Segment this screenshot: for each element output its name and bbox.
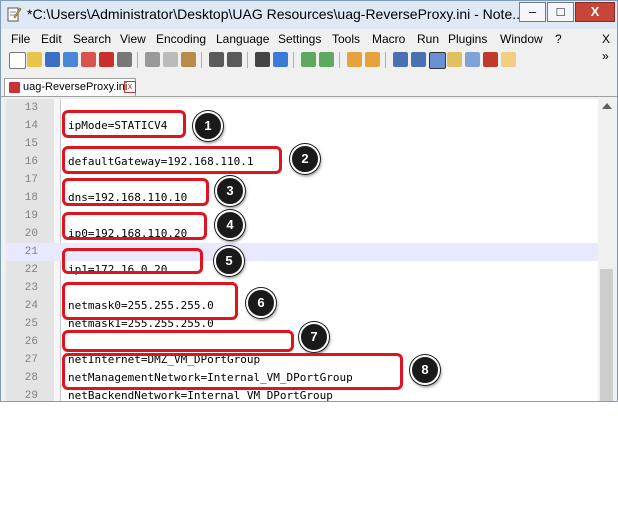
highlight-box-4: [62, 212, 207, 240]
menu-plugins[interactable]: Plugins: [448, 32, 487, 46]
minimize-button[interactable]: –: [519, 2, 546, 22]
paste-icon[interactable]: [181, 52, 196, 67]
callout-badge-4: 4: [215, 210, 245, 240]
function-list-icon[interactable]: [483, 52, 498, 67]
vertical-scrollbar[interactable]: [598, 99, 616, 401]
doc-map-icon[interactable]: [465, 52, 480, 67]
line-number: 15: [24, 138, 38, 150]
close-button[interactable]: X: [575, 2, 615, 22]
zoom-out-icon[interactable]: [319, 52, 334, 67]
close-icon[interactable]: [81, 52, 96, 67]
menu-help[interactable]: ?: [555, 32, 562, 46]
zoom-in-icon[interactable]: [301, 52, 316, 67]
line-number: 19: [24, 210, 38, 222]
toolbar-separator: [385, 52, 386, 68]
undo-icon[interactable]: [209, 52, 224, 67]
line-number: 20: [24, 228, 38, 240]
close-all-icon[interactable]: [99, 52, 114, 67]
toolbar-separator: [339, 52, 340, 68]
line-number: 26: [24, 336, 38, 348]
toolbar-separator: [201, 52, 202, 68]
menu-edit[interactable]: Edit: [41, 32, 62, 46]
notepad-app-icon: [7, 7, 22, 22]
sync-h-icon[interactable]: [365, 52, 380, 67]
line-number: 16: [24, 156, 38, 168]
line-number: 29: [24, 390, 38, 402]
highlight-box-3: [62, 178, 209, 206]
open-icon[interactable]: [27, 52, 42, 67]
udl-icon[interactable]: [447, 52, 462, 67]
highlight-box-7: [62, 330, 294, 352]
callout-badge-1: 1: [193, 111, 223, 141]
menu-bar: File Edit Search View Encoding Language …: [1, 30, 617, 48]
highlight-box-5: [62, 248, 203, 274]
maximize-button[interactable]: □: [547, 2, 574, 22]
menu-view[interactable]: View: [120, 32, 146, 46]
highlight-box-1: [62, 110, 186, 138]
menu-close-doc-icon[interactable]: X: [602, 32, 610, 46]
tab-bar: uag-ReverseProxy.ini x: [1, 76, 617, 97]
new-icon[interactable]: [9, 52, 26, 69]
menu-macro[interactable]: Macro: [372, 32, 405, 46]
tab-close-icon[interactable]: x: [124, 81, 136, 93]
indent-guide-icon[interactable]: [429, 52, 446, 69]
callout-badge-7: 7: [299, 322, 329, 352]
callout-badge-2: 2: [290, 144, 320, 174]
line-number: 17: [24, 174, 38, 186]
menu-tools[interactable]: Tools: [332, 32, 360, 46]
sync-v-icon[interactable]: [347, 52, 362, 67]
line-number: 23: [24, 282, 38, 294]
menu-file[interactable]: File: [11, 32, 30, 46]
line-number: 25: [24, 318, 38, 330]
unsaved-file-icon: [9, 82, 20, 93]
tab-label: uag-ReverseProxy.ini: [23, 81, 128, 93]
title-bar[interactable]: *C:\Users\Administrator\Desktop\UAG Reso…: [1, 1, 617, 29]
line-number: 22: [24, 264, 38, 276]
line-number: 21: [24, 246, 38, 258]
menu-run[interactable]: Run: [417, 32, 439, 46]
window-title: *C:\Users\Administrator\Desktop\UAG Reso…: [27, 6, 524, 22]
code-text[interactable]: netBackendNetwork=Internal_VM_DPortGroup: [68, 389, 333, 402]
copy-icon[interactable]: [163, 52, 178, 67]
highlight-box-8: [62, 353, 403, 390]
replace-icon[interactable]: [273, 52, 288, 67]
callout-badge-5: 5: [214, 246, 244, 276]
save-icon[interactable]: [45, 52, 60, 67]
folder-icon[interactable]: [501, 52, 516, 67]
redo-icon[interactable]: [227, 52, 242, 67]
menu-encoding[interactable]: Encoding: [156, 32, 206, 46]
highlight-box-2: [62, 146, 282, 174]
save-all-icon[interactable]: [63, 52, 78, 67]
toolbar: »: [1, 49, 617, 73]
wrap-icon[interactable]: [393, 52, 408, 67]
line-number: 24: [24, 300, 38, 312]
toolbar-separator: [293, 52, 294, 68]
menu-window[interactable]: Window: [500, 32, 543, 46]
menu-settings[interactable]: Settings: [278, 32, 321, 46]
show-all-icon[interactable]: [411, 52, 426, 67]
line-number: 14: [24, 120, 38, 132]
ini-value: Internal_VM_DPortGroup: [187, 389, 333, 402]
highlight-box-6: [62, 282, 238, 320]
print-icon[interactable]: [117, 52, 132, 67]
scrollbar-thumb[interactable]: [600, 269, 613, 401]
callout-badge-6: 6: [246, 288, 276, 318]
ini-key: netBackendNetwork: [68, 389, 181, 402]
callout-badge-8: 8: [410, 355, 440, 385]
line-number: 28: [24, 372, 38, 384]
line-number: 27: [24, 354, 38, 366]
line-number: 13: [24, 102, 38, 114]
tab-uag-reverseproxy[interactable]: uag-ReverseProxy.ini x: [4, 78, 136, 96]
menu-language[interactable]: Language: [216, 32, 269, 46]
line-number: 18: [24, 192, 38, 204]
toolbar-overflow-icon[interactable]: »: [602, 49, 609, 63]
toolbar-separator: [137, 52, 138, 68]
cut-icon[interactable]: [145, 52, 160, 67]
toolbar-separator: [247, 52, 248, 68]
scroll-up-arrow-icon[interactable]: [602, 103, 612, 109]
menu-search[interactable]: Search: [73, 32, 111, 46]
find-icon[interactable]: [255, 52, 270, 67]
callout-badge-3: 3: [215, 176, 245, 206]
